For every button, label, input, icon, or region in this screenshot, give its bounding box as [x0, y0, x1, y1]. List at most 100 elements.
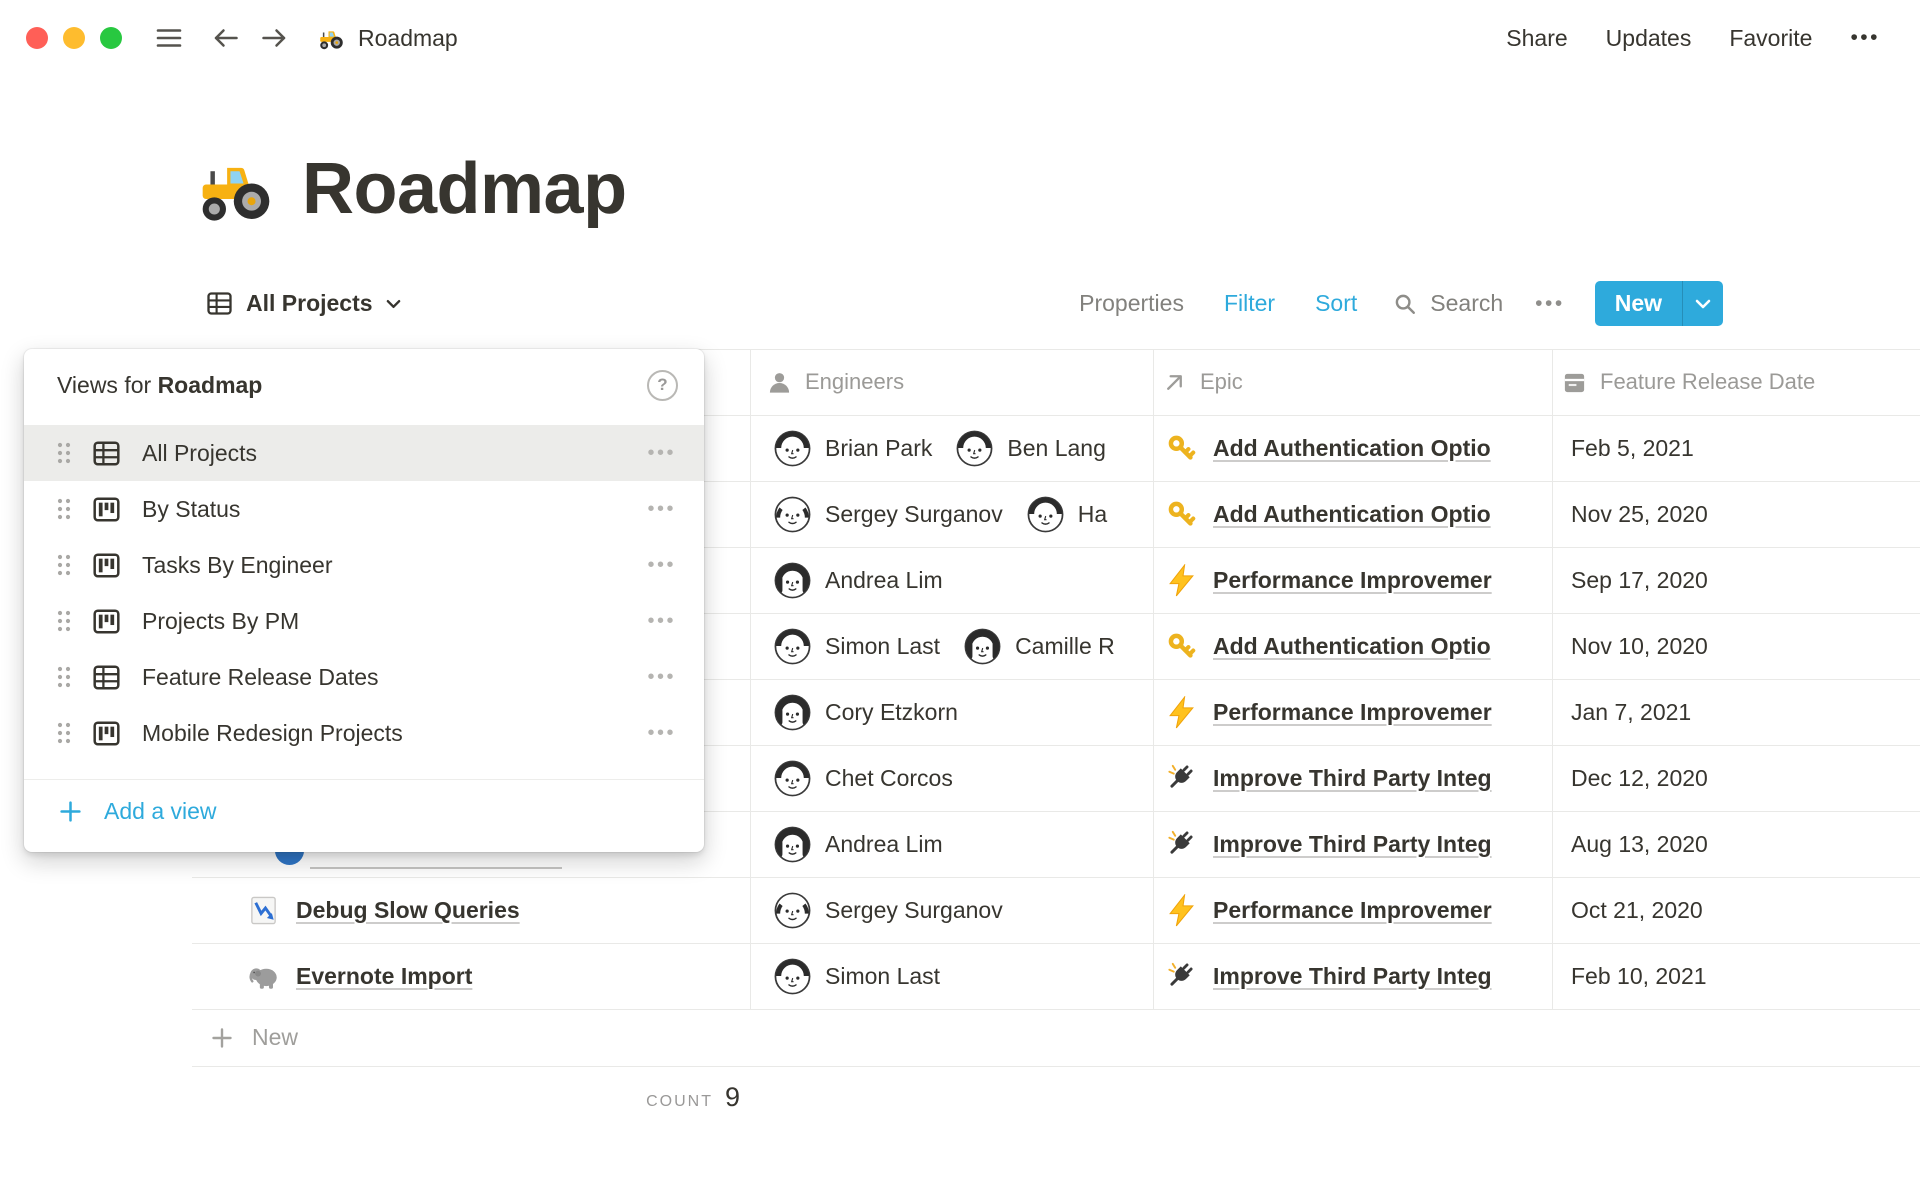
view-item-mobile-redesign-projects[interactable]: Mobile Redesign Projects•••	[24, 705, 704, 761]
epic-cell[interactable]: Performance Improvemer	[1153, 547, 1552, 613]
table-view-icon	[92, 439, 121, 468]
search-button[interactable]: Search	[1393, 290, 1503, 317]
epic-cell[interactable]: Performance Improvemer	[1153, 679, 1552, 745]
page-name-cell[interactable]: Debug Slow Queries	[192, 877, 750, 943]
view-item-more-icon[interactable]: •••	[647, 666, 676, 689]
person-chip[interactable]: Andrea Lim	[774, 826, 943, 863]
view-item-all-projects[interactable]: All Projects•••	[24, 425, 704, 481]
minimize-window-button[interactable]	[63, 27, 85, 49]
engineers-cell[interactable]: Andrea Lim	[750, 811, 1153, 877]
view-item-more-icon[interactable]: •••	[647, 498, 676, 521]
column-header-epic[interactable]: Epic	[1153, 349, 1552, 415]
release-date-cell[interactable]: Dec 12, 2020	[1552, 745, 1920, 811]
release-date-cell[interactable]: Feb 5, 2021	[1552, 415, 1920, 481]
epic-link[interactable]: Improve Third Party Integ	[1213, 831, 1492, 858]
page-link[interactable]: Evernote Import	[296, 963, 472, 990]
release-date-cell[interactable]: Sep 17, 2020	[1552, 547, 1920, 613]
help-icon[interactable]: ?	[647, 370, 678, 401]
epic-link[interactable]: Add Authentication Optio	[1213, 435, 1491, 462]
person-chip[interactable]: Cory Etzkorn	[774, 694, 958, 731]
add-view-button[interactable]: Add a view	[24, 780, 704, 842]
view-selector[interactable]: All Projects	[206, 281, 401, 326]
partially-hidden-page-link[interactable]	[310, 867, 562, 869]
view-item-projects-by-pm[interactable]: Projects By PM•••	[24, 593, 704, 649]
drag-handle-icon[interactable]	[57, 442, 71, 464]
epic-link[interactable]: Add Authentication Optio	[1213, 501, 1491, 528]
epic-link[interactable]: Performance Improvemer	[1213, 567, 1492, 594]
epic-link[interactable]: Improve Third Party Integ	[1213, 765, 1492, 792]
epic-cell[interactable]: Improve Third Party Integ	[1153, 811, 1552, 877]
forward-button[interactable]	[261, 27, 288, 49]
view-item-more-icon[interactable]: •••	[647, 610, 676, 633]
share-button[interactable]: Share	[1506, 25, 1567, 52]
engineers-cell[interactable]: Andrea Lim	[750, 547, 1153, 613]
epic-link[interactable]: Improve Third Party Integ	[1213, 963, 1492, 990]
release-date-cell[interactable]: Nov 10, 2020	[1552, 613, 1920, 679]
person-chip[interactable]: Andrea Lim	[774, 562, 943, 599]
view-item-more-icon[interactable]: •••	[647, 554, 676, 577]
drag-handle-icon[interactable]	[57, 498, 71, 520]
sidebar-menu-button[interactable]	[156, 27, 182, 49]
epic-cell[interactable]: Performance Improvemer	[1153, 877, 1552, 943]
person-chip[interactable]: Camille R	[964, 628, 1115, 665]
view-item-tasks-by-engineer[interactable]: Tasks By Engineer•••	[24, 537, 704, 593]
person-chip[interactable]: Sergey Surganov	[774, 892, 1003, 929]
page-name-cell[interactable]: Evernote Import	[192, 943, 750, 1009]
epic-cell[interactable]: Add Authentication Optio	[1153, 613, 1552, 679]
engineers-cell[interactable]: Simon Last	[750, 943, 1153, 1009]
person-chip[interactable]: Ben Lang	[956, 430, 1105, 467]
page-title[interactable]: Roadmap	[302, 148, 627, 230]
drag-handle-icon[interactable]	[57, 610, 71, 632]
count-aggregate[interactable]: COUNT 9	[192, 1082, 740, 1113]
release-date-cell[interactable]: Aug 13, 2020	[1552, 811, 1920, 877]
person-chip[interactable]: Simon Last	[774, 958, 940, 995]
release-date-cell[interactable]: Oct 21, 2020	[1552, 877, 1920, 943]
drag-handle-icon[interactable]	[57, 722, 71, 744]
updates-button[interactable]: Updates	[1606, 25, 1692, 52]
view-item-more-icon[interactable]: •••	[647, 722, 676, 745]
engineers-cell[interactable]: Simon Last Camille R	[750, 613, 1153, 679]
release-date-cell[interactable]: Feb 10, 2021	[1552, 943, 1920, 1009]
release-date-cell[interactable]: Nov 25, 2020	[1552, 481, 1920, 547]
epic-link[interactable]: Performance Improvemer	[1213, 699, 1492, 726]
column-header-engineers[interactable]: Engineers	[750, 349, 1153, 415]
epic-link[interactable]: Add Authentication Optio	[1213, 633, 1491, 660]
back-button[interactable]	[212, 27, 239, 49]
person-chip[interactable]: Chet Corcos	[774, 760, 953, 797]
filter-button[interactable]: Filter	[1224, 290, 1275, 317]
release-date-cell[interactable]: Jan 7, 2021	[1552, 679, 1920, 745]
favorite-button[interactable]: Favorite	[1729, 25, 1812, 52]
sort-button[interactable]: Sort	[1315, 290, 1357, 317]
tractor-icon[interactable]	[196, 149, 276, 229]
view-item-feature-release-dates[interactable]: Feature Release Dates•••	[24, 649, 704, 705]
engineers-cell[interactable]: Brian Park Ben Lang	[750, 415, 1153, 481]
engineers-cell[interactable]: Sergey Surganov Ha	[750, 481, 1153, 547]
drag-handle-icon[interactable]	[57, 666, 71, 688]
new-button-dropdown[interactable]	[1683, 281, 1723, 326]
drag-handle-icon[interactable]	[57, 554, 71, 576]
view-item-by-status[interactable]: By Status•••	[24, 481, 704, 537]
engineers-cell[interactable]: Chet Corcos	[750, 745, 1153, 811]
page-link[interactable]: Debug Slow Queries	[296, 897, 520, 924]
person-chip[interactable]: Sergey Surganov	[774, 496, 1003, 533]
new-row-button[interactable]: New	[192, 1009, 1920, 1066]
properties-button[interactable]: Properties	[1079, 290, 1184, 317]
close-window-button[interactable]	[26, 27, 48, 49]
engineers-cell[interactable]: Sergey Surganov	[750, 877, 1153, 943]
epic-cell[interactable]: Add Authentication Optio	[1153, 481, 1552, 547]
epic-cell[interactable]: Improve Third Party Integ	[1153, 745, 1552, 811]
epic-cell[interactable]: Add Authentication Optio	[1153, 415, 1552, 481]
view-item-more-icon[interactable]: •••	[647, 442, 676, 465]
person-chip[interactable]: Ha	[1027, 496, 1107, 533]
more-options-icon[interactable]: •••	[1850, 26, 1880, 50]
person-chip[interactable]: Simon Last	[774, 628, 940, 665]
person-chip[interactable]: Brian Park	[774, 430, 932, 467]
engineers-cell[interactable]: Cory Etzkorn	[750, 679, 1153, 745]
toolbar-more-icon[interactable]: •••	[1535, 292, 1565, 316]
new-button[interactable]: New	[1595, 281, 1723, 326]
breadcrumb[interactable]: Roadmap	[318, 25, 458, 52]
column-header-feature-release-date[interactable]: Feature Release Date	[1552, 349, 1920, 415]
epic-link[interactable]: Performance Improvemer	[1213, 897, 1492, 924]
epic-cell[interactable]: Improve Third Party Integ	[1153, 943, 1552, 1009]
zoom-window-button[interactable]	[100, 27, 122, 49]
